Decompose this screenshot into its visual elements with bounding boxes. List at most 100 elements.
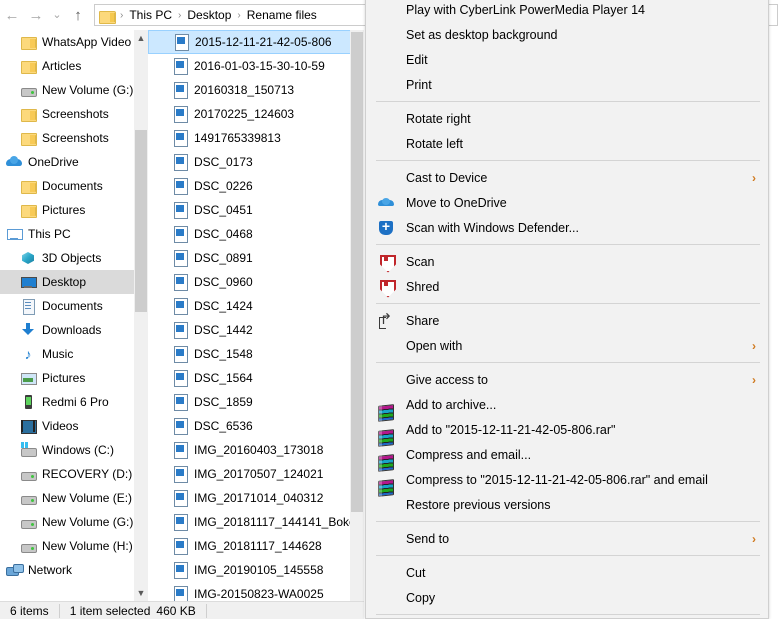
file-list-item[interactable]: IMG-20150823-WA0025 [148,582,364,601]
file-list-item[interactable]: IMG_20171014_040312 [148,486,364,510]
breadcrumb-rename-files[interactable]: Rename files [244,8,320,22]
file-list-item[interactable]: DSC_0891 [148,246,364,270]
sidebar-item-documents[interactable]: Documents [0,294,148,318]
file-list-item[interactable]: 2016-01-03-15-30-10-59 [148,54,364,78]
sidebar-item-downloads[interactable]: Downloads [0,318,148,342]
menu-item-label: Cast to Device [406,171,487,185]
sidebar-item-new-volume-h[interactable]: New Volume (H:) [0,534,148,558]
sidebar-item-new-volume-e[interactable]: New Volume (E:) [0,486,148,510]
file-list-item[interactable]: DSC_1424 [148,294,364,318]
menu-item-compress-and-email[interactable]: Compress and email... [366,442,770,467]
menu-item-rotate-right[interactable]: Rotate right [366,106,770,131]
sidebar-item-windows-c[interactable]: Windows (C:) [0,438,148,462]
file-list-item[interactable]: DSC_0451 [148,198,364,222]
sidebar-item-network[interactable]: Network [0,558,148,582]
menu-item-rotate-left[interactable]: Rotate left [366,131,770,156]
file-list[interactable]: 2015-12-11-21-42-05-8062016-01-03-15-30-… [148,30,364,601]
sidebar-scrollbar-thumb[interactable] [135,130,147,312]
scroll-down-icon[interactable]: ▼ [134,585,148,601]
sidebar-item-recovery-d[interactable]: RECOVERY (D:) [0,462,148,486]
sidebar-item-onedrive[interactable]: OneDrive [0,150,148,174]
scroll-up-icon[interactable]: ▲ [134,30,148,46]
menu-item-cast-to-device[interactable]: Cast to Device› [366,165,770,190]
file-list-scrollbar-thumb[interactable] [351,32,363,512]
menu-item-label: Print [406,78,432,92]
sidebar-item-label: New Volume (G:) [42,83,133,97]
forward-button[interactable]: → [24,3,48,27]
file-list-scrollbar[interactable] [350,30,364,601]
navigation-pane[interactable]: WhatsApp Video📌Articles New Volume (G:) Sc… [0,30,148,601]
menu-item-give-access-to[interactable]: Give access to› [366,367,770,392]
file-name: 20160318_150713 [194,83,294,97]
sidebar-item-screenshots[interactable]: Screenshots [0,102,148,126]
file-list-item[interactable]: DSC_0226 [148,174,364,198]
menu-separator [376,101,760,102]
menu-item-shred[interactable]: Shred [366,274,770,299]
menu-item-play-with-cyberlink-powermedia-player-14[interactable]: Play with CyberLink PowerMedia Player 14 [366,0,770,22]
menu-item-move-to-onedrive[interactable]: Move to OneDrive [366,190,770,215]
menu-item-compress-to-2015-12-11-21-42-05-806-rar-[interactable]: Compress to "2015-12-11-21-42-05-806.rar… [366,467,770,492]
menu-item-print[interactable]: Print [366,72,770,97]
menu-separator [376,521,760,522]
sidebar-item-redmi-6-pro[interactable]: Redmi 6 Pro [0,390,148,414]
sidebar-item-pictures[interactable]: Pictures [0,198,148,222]
sidebar-item-videos[interactable]: Videos [0,414,148,438]
menu-item-scan-with-windows-defender[interactable]: Scan with Windows Defender... [366,215,770,240]
videos-icon [20,418,36,434]
sidebar-item-music[interactable]: ♪Music [0,342,148,366]
menu-item-copy[interactable]: Copy [366,585,770,610]
file-list-item[interactable]: IMG_20190105_145558 [148,558,364,582]
chevron-right-icon: › [752,532,756,546]
file-list-item[interactable]: DSC_0468 [148,222,364,246]
recent-locations-button[interactable]: ⌄ [48,3,66,27]
file-list-item[interactable]: IMG_20181117_144628 [148,534,364,558]
folder-icon [99,9,115,22]
file-list-item[interactable]: DSC_1564 [148,366,364,390]
menu-item-add-to-2015-12-11-21-42-05-806-rar[interactable]: Add to "2015-12-11-21-42-05-806.rar" [366,417,770,442]
context-menu[interactable]: Play with CyberLink PowerMedia Player 14… [365,0,769,619]
up-button[interactable]: ↑ [66,3,90,27]
file-list-item[interactable]: DSC_1442 [148,318,364,342]
file-list-item[interactable]: IMG_20170507_124021 [148,462,364,486]
sidebar-item-new-volume-g[interactable]: New Volume (G:) [0,510,148,534]
sidebar-item-whatsapp-video[interactable]: WhatsApp Video📌 [0,30,148,54]
file-list-item[interactable]: 20170225_124603 [148,102,364,126]
back-button[interactable]: ← [0,3,24,27]
file-list-item[interactable]: DSC_1859 [148,390,364,414]
sidebar-item-desktop[interactable]: Desktop [0,270,148,294]
documents-icon [20,298,36,314]
menu-item-set-as-desktop-background[interactable]: Set as desktop background [366,22,770,47]
menu-item-open-with[interactable]: Open with› [366,333,770,358]
sidebar-item-articles[interactable]: Articles [0,54,148,78]
file-list-item[interactable]: DSC_6536 [148,414,364,438]
breadcrumb-this-pc[interactable]: This PC [126,8,175,22]
menu-item-add-to-archive[interactable]: Add to archive... [366,392,770,417]
file-list-item[interactable]: 1491765339813 [148,126,364,150]
file-list-item[interactable]: 20160318_150713 [148,78,364,102]
file-list-item[interactable]: DSC_0173 [148,150,364,174]
sidebar-item-pictures[interactable]: Pictures [0,366,148,390]
file-name: IMG_20190105_145558 [194,563,323,577]
sidebar-scrollbar[interactable]: ▲ ▼ [134,30,148,601]
sidebar-item-new-volume-g[interactable]: New Volume (G:) [0,78,148,102]
file-list-item[interactable]: IMG_20160403_173018 [148,438,364,462]
menu-item-restore-previous-versions[interactable]: Restore previous versions [366,492,770,517]
breadcrumb-desktop[interactable]: Desktop [184,8,234,22]
image-file-icon [172,370,188,386]
file-list-item[interactable]: 2015-12-11-21-42-05-806 [148,30,364,54]
file-list-item[interactable]: DSC_1548 [148,342,364,366]
sidebar-item-3d-objects[interactable]: 3D Objects [0,246,148,270]
menu-item-share[interactable]: Share [366,308,770,333]
menu-item-label: Send to [406,532,449,546]
menu-item-scan[interactable]: Scan [366,249,770,274]
sidebar-item-screenshots[interactable]: Screenshots [0,126,148,150]
file-list-item[interactable]: DSC_0960 [148,270,364,294]
menu-item-cut[interactable]: Cut [366,560,770,585]
sidebar-item-this-pc[interactable]: This PC [0,222,148,246]
menu-separator [376,160,760,161]
sidebar-item-documents[interactable]: Documents [0,174,148,198]
menu-item-edit[interactable]: Edit [366,47,770,72]
file-list-item[interactable]: IMG_20181117_144141_Bokeh [148,510,364,534]
menu-item-send-to[interactable]: Send to › [366,526,770,551]
menu-item-label: Rotate left [406,137,463,151]
